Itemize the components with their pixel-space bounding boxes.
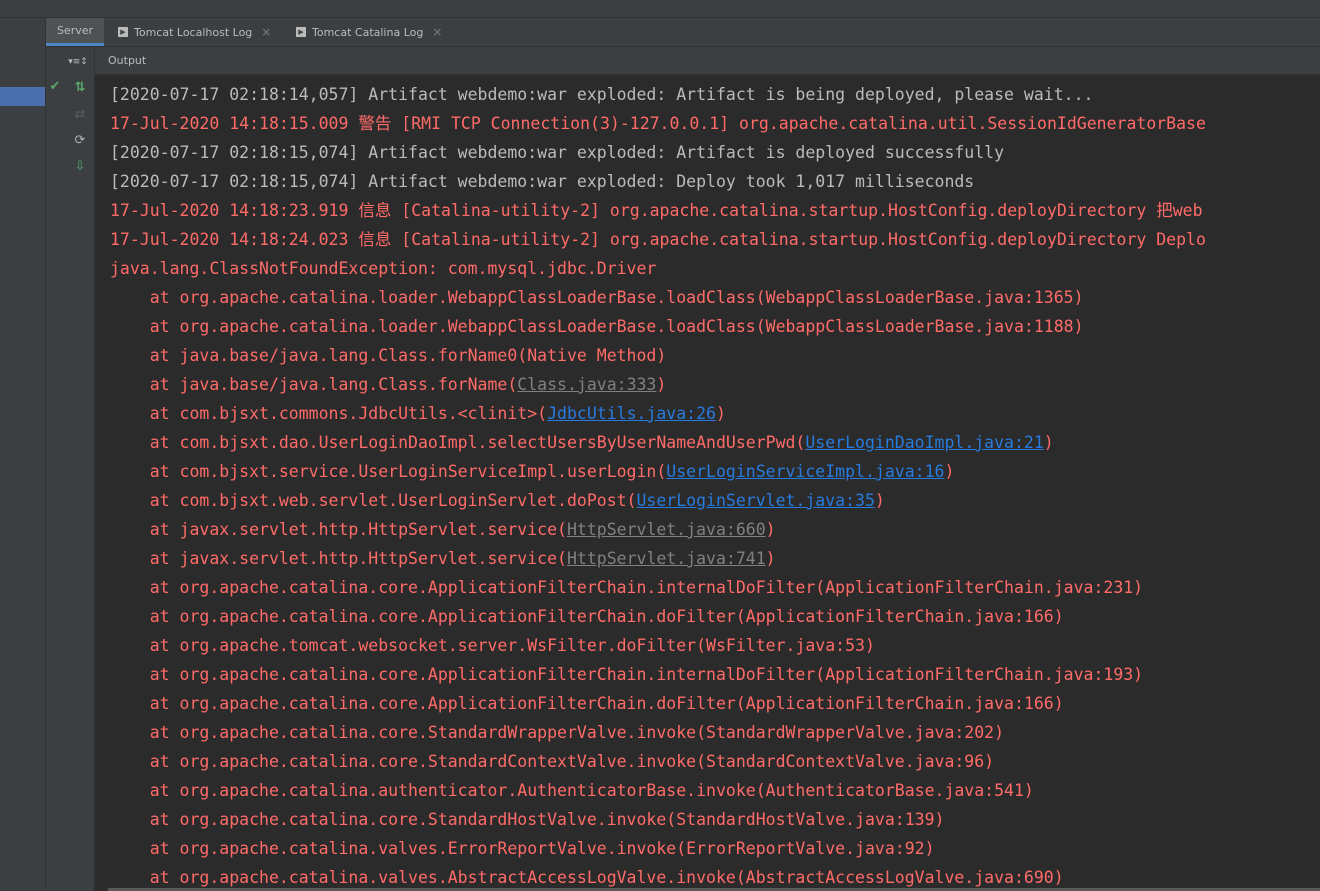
- log-text: at org.apache.catalina.core.ApplicationF…: [110, 665, 1144, 684]
- update-app-icon[interactable]: ⇅: [70, 80, 90, 96]
- log-text-suffix: ): [1043, 433, 1054, 452]
- log-text: at org.apache.catalina.loader.WebappClas…: [110, 288, 1084, 307]
- log-line: at org.apache.catalina.authenticator.Aut…: [110, 776, 1034, 805]
- log-line: at org.apache.catalina.valves.ErrorRepor…: [110, 834, 935, 863]
- log-line: at javax.servlet.http.HttpServlet.servic…: [110, 544, 776, 573]
- log-line: at org.apache.catalina.core.StandardWrap…: [110, 718, 1004, 747]
- log-text: at org.apache.catalina.core.StandardWrap…: [110, 723, 1005, 742]
- source-link[interactable]: HttpServlet.java:660: [567, 520, 766, 539]
- log-text: 17-Jul-2020 14:18:15.009 警告 [RMI TCP Con…: [110, 114, 1206, 133]
- log-line: at org.apache.catalina.valves.AbstractAc…: [110, 863, 1064, 891]
- log-line: at org.apache.catalina.core.StandardCont…: [110, 747, 994, 776]
- log-line: at com.bjsxt.web.servlet.UserLoginServle…: [110, 486, 885, 515]
- log-text: at java.base/java.lang.Class.forName0(Na…: [110, 346, 667, 365]
- log-line: 17-Jul-2020 14:18:24.023 信息 [Catalina-ut…: [110, 225, 1206, 254]
- output-label: Output: [108, 54, 147, 67]
- log-line: at org.apache.tomcat.websocket.server.Ws…: [110, 631, 875, 660]
- log-line: at javax.servlet.http.HttpServlet.servic…: [110, 515, 776, 544]
- tab-label: Tomcat Catalina Log: [312, 25, 424, 39]
- log-text: at org.apache.catalina.valves.ErrorRepor…: [110, 839, 935, 858]
- log-text-suffix: ): [656, 375, 667, 394]
- source-link[interactable]: UserLoginDaoImpl.java:21: [805, 433, 1043, 452]
- log-text: at com.bjsxt.dao.UserLoginDaoImpl.select…: [110, 433, 806, 452]
- log-line: at com.bjsxt.commons.JdbcUtils.<clinit>(…: [110, 399, 726, 428]
- options-menu-icon[interactable]: ▾≡↕: [66, 54, 90, 70]
- log-line: 17-Jul-2020 14:18:23.919 信息 [Catalina-ut…: [110, 196, 1203, 225]
- log-text: [2020-07-17 02:18:15,074] Artifact webde…: [110, 172, 975, 191]
- log-line: at org.apache.catalina.core.ApplicationF…: [110, 602, 1064, 631]
- log-line: at org.apache.catalina.core.ApplicationF…: [110, 689, 1064, 718]
- log-text-suffix: ): [874, 491, 885, 510]
- tab-label: Server: [56, 24, 94, 37]
- tab-label: Tomcat Localhost Log: [134, 25, 253, 39]
- selected-service-item[interactable]: [0, 87, 45, 106]
- log-text: at org.apache.catalina.valves.AbstractAc…: [110, 868, 1064, 887]
- log-text: at com.bjsxt.commons.JdbcUtils.<clinit>(: [110, 404, 548, 423]
- refresh-icon[interactable]: ⟳: [70, 133, 90, 149]
- log-line: at java.base/java.lang.Class.forName0(Na…: [110, 341, 667, 370]
- close-icon[interactable]: ×: [261, 25, 271, 39]
- source-link[interactable]: JdbcUtils.java:26: [547, 404, 716, 423]
- log-line: 17-Jul-2020 14:18:15.009 警告 [RMI TCP Con…: [110, 109, 1206, 138]
- log-text: at org.apache.catalina.core.StandardCont…: [110, 752, 995, 771]
- log-text: at javax.servlet.http.HttpServlet.servic…: [110, 520, 567, 539]
- log-line: at java.base/java.lang.Class.forName(Cla…: [110, 370, 667, 399]
- log-text: at org.apache.catalina.core.StandardHost…: [110, 810, 945, 829]
- checkmark-icon: ✔: [49, 79, 61, 94]
- log-text-suffix: ): [715, 404, 726, 423]
- log-line: [2020-07-17 02:18:15,074] Artifact webde…: [110, 138, 1004, 167]
- log-line: at com.bjsxt.dao.UserLoginDaoImpl.select…: [110, 428, 1054, 457]
- source-link[interactable]: UserLoginServiceImpl.java:16: [666, 462, 944, 481]
- output-header: Output: [95, 47, 1320, 75]
- redeploy-icon[interactable]: ⇄: [70, 107, 90, 123]
- log-text: [2020-07-17 02:18:15,074] Artifact webde…: [110, 143, 1005, 162]
- log-line: at org.apache.catalina.loader.WebappClas…: [110, 283, 1084, 312]
- log-text: 17-Jul-2020 14:18:24.023 信息 [Catalina-ut…: [110, 230, 1206, 249]
- tool-window-tabs: Server ▶ Tomcat Localhost Log × ▶ Tomcat…: [46, 18, 1320, 47]
- log-text: at org.apache.catalina.core.ApplicationF…: [110, 607, 1064, 626]
- log-file-icon: ▶: [296, 27, 306, 37]
- log-text: at com.bjsxt.web.servlet.UserLoginServle…: [110, 491, 637, 510]
- log-text-suffix: ): [944, 462, 955, 481]
- console-output[interactable]: [2020-07-17 02:18:14,057] Artifact webde…: [95, 75, 1320, 891]
- log-file-icon: ▶: [118, 27, 128, 37]
- source-link[interactable]: HttpServlet.java:741: [567, 549, 766, 568]
- log-text: java.lang.ClassNotFoundException: com.my…: [110, 259, 657, 278]
- log-line: at com.bjsxt.service.UserLoginServiceImp…: [110, 457, 955, 486]
- log-line: at org.apache.catalina.core.StandardHost…: [110, 805, 945, 834]
- log-line: [2020-07-17 02:18:15,074] Artifact webde…: [110, 167, 974, 196]
- log-line: at org.apache.catalina.core.ApplicationF…: [110, 660, 1143, 689]
- log-text: 17-Jul-2020 14:18:23.919 信息 [Catalina-ut…: [110, 201, 1203, 220]
- log-text: at org.apache.catalina.core.ApplicationF…: [110, 694, 1064, 713]
- log-text: at org.apache.catalina.core.ApplicationF…: [110, 578, 1144, 597]
- log-text: [2020-07-17 02:18:14,057] Artifact webde…: [110, 85, 1094, 104]
- title-bar: [0, 0, 1320, 18]
- log-text: at java.base/java.lang.Class.forName(: [110, 375, 518, 394]
- deploy-icon[interactable]: ⇩: [70, 159, 90, 175]
- tab-tomcat-localhost-log[interactable]: ▶ Tomcat Localhost Log ×: [118, 18, 271, 46]
- log-text: at org.apache.catalina.authenticator.Aut…: [110, 781, 1034, 800]
- log-text-suffix: ): [765, 520, 776, 539]
- tab-tomcat-catalina-log[interactable]: ▶ Tomcat Catalina Log ×: [296, 18, 442, 46]
- source-link[interactable]: Class.java:333: [517, 375, 656, 394]
- log-text: at javax.servlet.http.HttpServlet.servic…: [110, 549, 567, 568]
- server-toolbar: ▾≡↕ ✔ ⇅ ⇄ ⟳ ⇩: [46, 47, 95, 891]
- log-line: java.lang.ClassNotFoundException: com.my…: [110, 254, 656, 283]
- log-text-suffix: ): [765, 549, 776, 568]
- services-tree-panel: [0, 18, 46, 891]
- log-text: at org.apache.tomcat.websocket.server.Ws…: [110, 636, 875, 655]
- log-line: [2020-07-17 02:18:14,057] Artifact webde…: [110, 80, 1093, 109]
- close-icon[interactable]: ×: [432, 25, 442, 39]
- log-line: at org.apache.catalina.core.ApplicationF…: [110, 573, 1143, 602]
- log-text: at com.bjsxt.service.UserLoginServiceImp…: [110, 462, 667, 481]
- log-line: at org.apache.catalina.loader.WebappClas…: [110, 312, 1084, 341]
- source-link[interactable]: UserLoginServlet.java:35: [637, 491, 875, 510]
- tab-server[interactable]: Server: [46, 18, 104, 46]
- log-text: at org.apache.catalina.loader.WebappClas…: [110, 317, 1084, 336]
